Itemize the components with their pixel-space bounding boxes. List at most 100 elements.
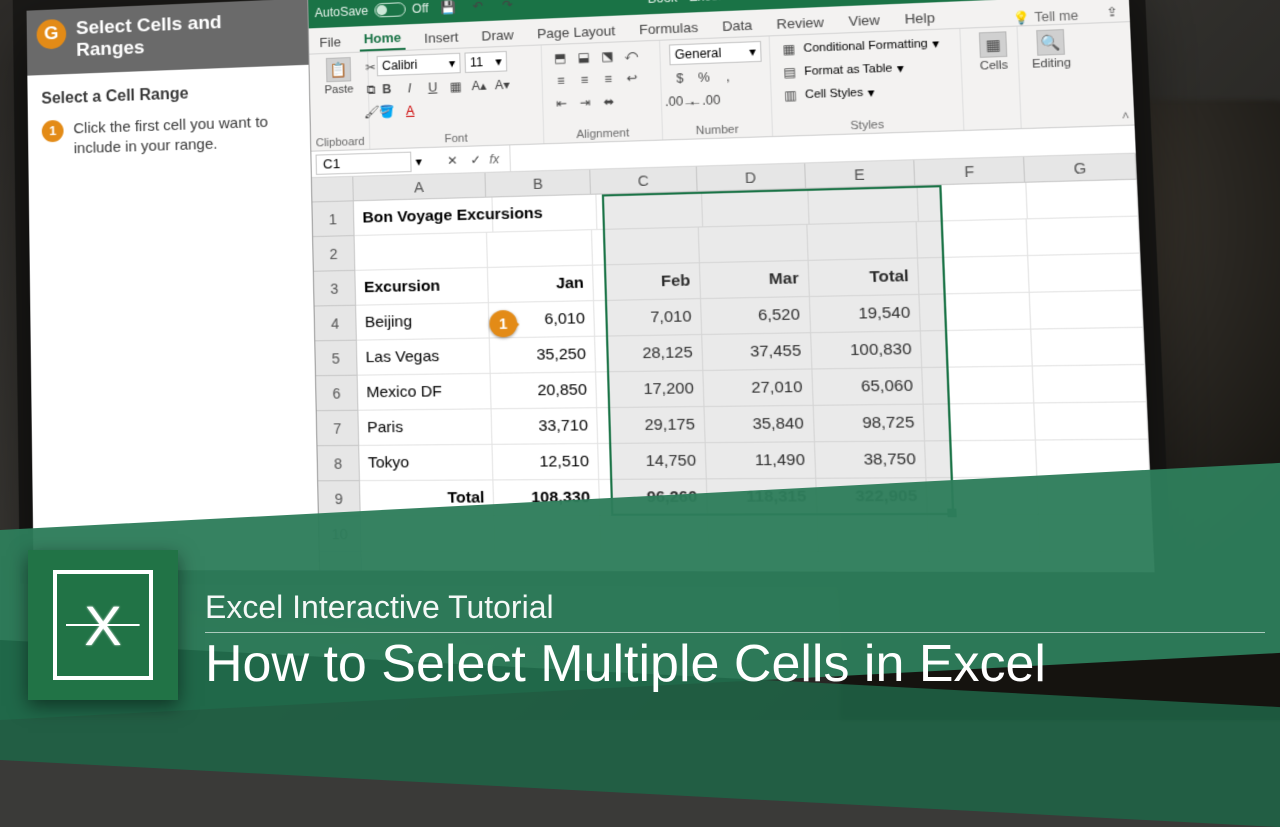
decrease-font-icon[interactable]: A▾ [493,75,513,94]
cell-E10[interactable] [817,515,930,551]
underline-button[interactable]: U [423,78,442,97]
cell-B1[interactable] [493,195,598,232]
font-name-select[interactable]: Calibri▾ [377,53,461,77]
col-G[interactable]: G [1024,154,1137,182]
cell-F2[interactable] [917,219,1028,257]
cell-A9[interactable]: Total [360,480,495,515]
cell-G2[interactable] [1027,217,1140,255]
row-6[interactable]: 6 [316,376,357,412]
tab-draw[interactable]: Draw [477,27,518,47]
conditional-formatting-button[interactable]: Conditional Formatting [803,38,928,55]
cell-D1[interactable] [702,189,810,227]
row-10[interactable]: 10 [319,516,361,551]
tab-page-layout[interactable]: Page Layout [533,23,620,45]
format-as-table-button[interactable]: Format as Table [804,62,893,78]
tab-insert[interactable]: Insert [420,29,463,49]
cell-A3[interactable]: Excursion [355,268,489,305]
cell-C1[interactable] [596,192,703,229]
cell-G1[interactable] [1027,180,1139,219]
cell-E3[interactable]: Total [808,258,920,295]
tab-view[interactable]: View [844,12,885,33]
cell-D8[interactable]: 11,490 [705,442,815,478]
cell-C7[interactable]: 29,175 [597,407,705,443]
cell-B5[interactable]: 35,250 [490,337,596,373]
cell-B2[interactable] [487,230,593,267]
cell-C10[interactable] [600,516,709,551]
row-4[interactable]: 4 [315,306,356,342]
name-box[interactable]: C1 [316,151,412,174]
cell-A2[interactable] [355,233,489,270]
font-size-select[interactable]: 11▾ [464,51,507,73]
save-icon[interactable]: 💾 [439,0,458,17]
col-D[interactable]: D [697,164,806,191]
editing-button[interactable]: 🔍 Editing [1027,29,1076,91]
border-button[interactable]: ▦ [446,77,465,96]
cell-C4[interactable]: 7,010 [594,299,702,336]
cell-D4[interactable]: 6,520 [701,297,811,334]
cell-D9[interactable]: 118,315 [707,479,817,515]
fill-color-button[interactable]: 🪣 [378,102,397,121]
fx-icon[interactable]: fx [489,151,499,166]
col-E[interactable]: E [805,160,916,188]
worksheet-grid[interactable]: A B C D E F G 1 2 3 4 5 6 7 8 9 [312,154,1155,573]
cell-F10[interactable] [928,515,1040,551]
bold-button[interactable]: B [377,80,396,99]
format-as-table-icon[interactable]: ▤ [779,63,800,83]
tab-formulas[interactable]: Formulas [635,19,703,40]
cell-C2[interactable] [592,228,700,265]
cell-E6[interactable]: 65,060 [812,368,924,405]
cells-button[interactable]: ▦ Cells [970,31,1018,92]
row-5[interactable]: 5 [315,341,356,377]
tab-review[interactable]: Review [772,14,829,35]
collapse-ribbon-icon[interactable]: ˄ [1122,110,1130,123]
decrease-decimal-icon[interactable]: ←.00 [694,91,714,110]
cell-D6[interactable]: 27,010 [703,370,813,406]
orientation-icon[interactable]: ⤺ [621,46,641,65]
cell-C8[interactable]: 14,750 [598,443,706,479]
cell-E1[interactable] [809,186,919,224]
cell-A5[interactable]: Las Vegas [357,338,491,374]
cell-E9[interactable]: 322,905 [816,478,928,514]
row-8[interactable]: 8 [317,446,358,481]
cell-G3[interactable] [1028,254,1141,292]
cell-G9[interactable] [1038,477,1152,514]
autosave-toggle[interactable]: AutoSave Off [314,1,428,20]
cell-G4[interactable] [1030,291,1144,329]
cell-B3[interactable]: Jan [488,266,594,303]
col-B[interactable]: B [486,170,591,197]
cell-E5[interactable]: 100,830 [811,331,923,368]
cell-C6[interactable]: 17,200 [596,371,704,407]
row-3[interactable]: 3 [314,271,355,307]
percent-icon[interactable]: % [694,68,714,87]
cell-B9[interactable]: 108,330 [494,480,601,515]
col-C[interactable]: C [591,167,698,194]
indent-less-icon[interactable]: ⇤ [552,94,572,113]
cell-A6[interactable]: Mexico DF [358,374,492,410]
redo-icon[interactable]: ↷ [498,0,518,14]
cell-B8[interactable]: 12,510 [493,444,599,479]
cell-D5[interactable]: 37,455 [702,333,812,370]
cell-A7[interactable]: Paris [358,409,492,445]
undo-icon[interactable]: ↶ [468,0,487,16]
wrap-text-icon[interactable]: ↩ [622,68,642,87]
cell-B10[interactable] [495,516,602,551]
align-right-icon[interactable]: ≡ [598,69,618,88]
cell-F5[interactable] [921,330,1033,367]
align-top-icon[interactable]: ⬒ [550,48,570,67]
cell-E2[interactable] [807,222,919,260]
italic-button[interactable]: I [400,79,419,98]
align-middle-icon[interactable]: ⬓ [574,48,594,67]
paste-button[interactable]: 📋 Paste [318,57,361,115]
cell-B7[interactable]: 33,710 [492,408,598,444]
merge-center-icon[interactable]: ⬌ [599,92,619,111]
cell-G10[interactable] [1039,515,1153,552]
tab-home[interactable]: Home [359,29,405,51]
currency-icon[interactable]: $ [670,69,690,88]
cancel-formula-icon[interactable]: ✕ [443,151,462,170]
row-2[interactable]: 2 [313,236,354,272]
name-box-dropdown-icon[interactable]: ▾ [415,154,422,169]
increase-font-icon[interactable]: A▴ [469,76,488,95]
cell-styles-icon[interactable]: ▥ [780,86,801,106]
share-icon[interactable]: ⇪ [1101,2,1123,22]
cell-G7[interactable] [1035,402,1149,439]
